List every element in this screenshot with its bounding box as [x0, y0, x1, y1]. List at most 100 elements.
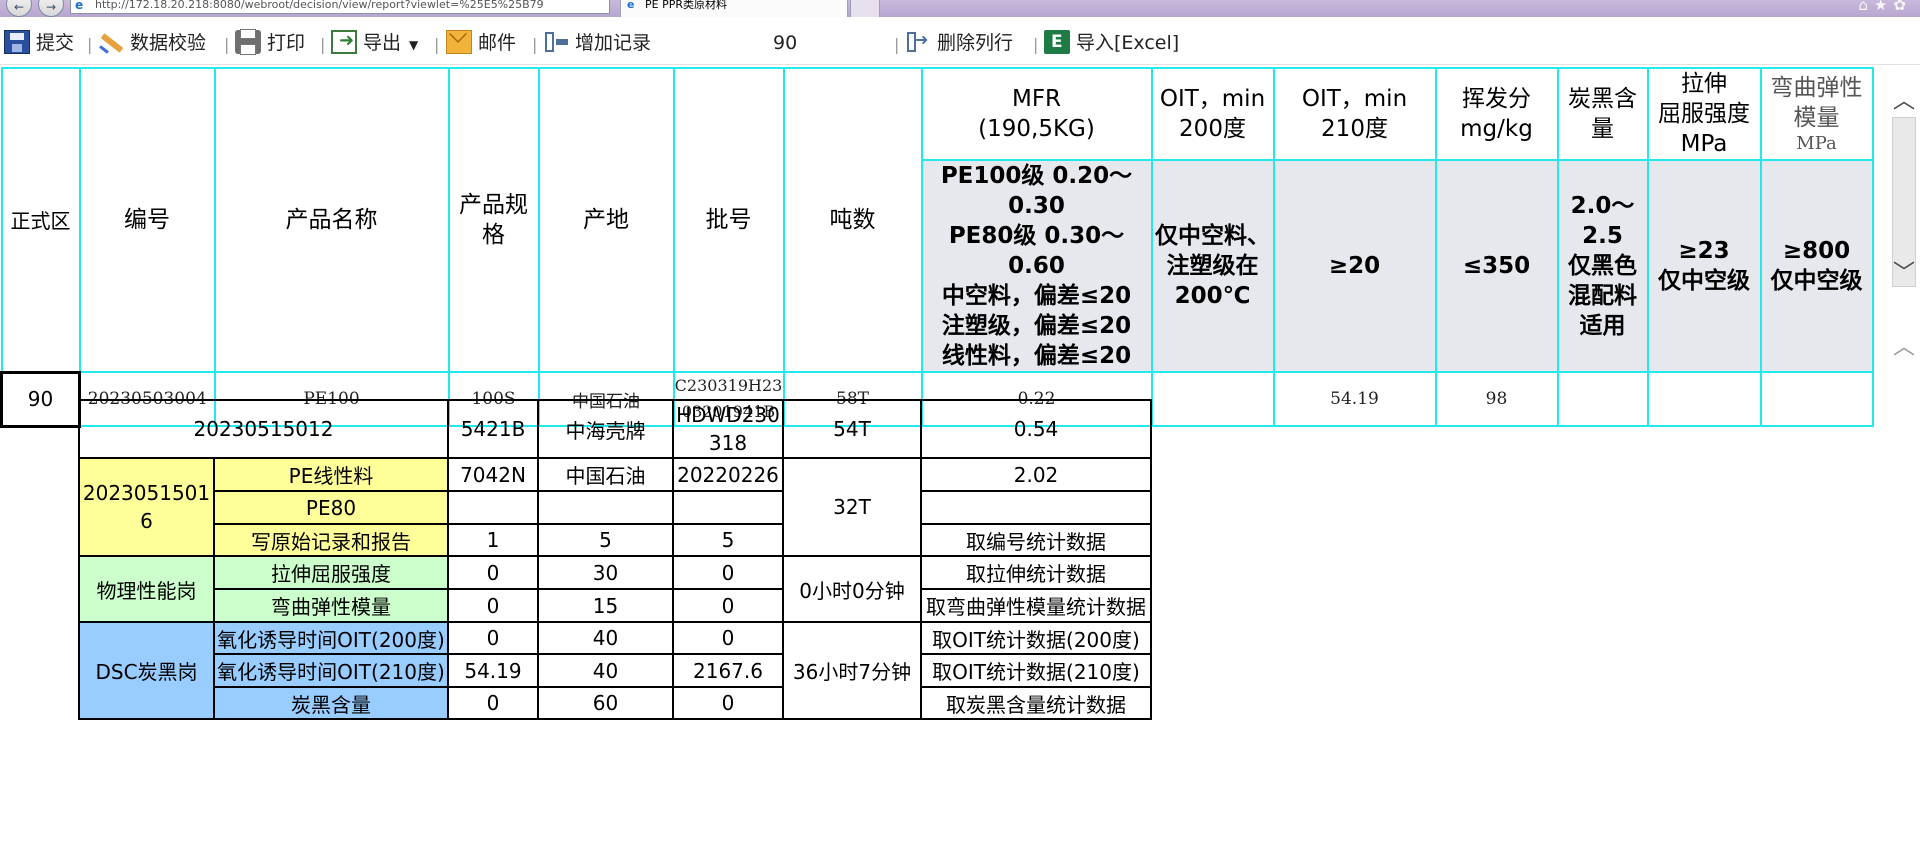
- sum-g4-group: DSC炭黑岗: [78, 621, 215, 720]
- sum-g2-number: 2023051501 6: [78, 457, 215, 557]
- export-icon: [331, 28, 357, 54]
- header-volatile: 挥发分 mg/kg: [1434, 67, 1559, 161]
- toolbar-divider: |: [1033, 35, 1039, 54]
- header-flex-unit: MPa: [1796, 133, 1837, 154]
- mail-button[interactable]: 邮件: [446, 30, 516, 56]
- zone-label: 正式区: [0, 67, 81, 373]
- cell-tensile[interactable]: [1646, 371, 1762, 427]
- sum-g4-batch-2: 0: [672, 686, 784, 720]
- print-label: 打印: [267, 32, 306, 54]
- cell-oit210[interactable]: 54.19: [1272, 371, 1437, 427]
- mail-label: 邮件: [478, 32, 517, 54]
- sum-g3-spec-1: 0: [447, 588, 539, 623]
- sum-g4-batch-1: 2167.6: [672, 653, 784, 688]
- pencil-icon: [98, 30, 124, 54]
- header-oit210: OIT，min 210度: [1272, 67, 1437, 161]
- table-row: 物理性能岗 拉伸屈服强度 0 30 0 0小时0分钟 取拉伸统计数据: [78, 555, 1152, 623]
- submit-button[interactable]: 提交: [4, 30, 74, 56]
- record-count-field[interactable]: 90: [773, 30, 797, 56]
- sum-g2-batch-2: 5: [672, 523, 784, 557]
- import-excel-button[interactable]: 导入[Excel]: [1044, 29, 1180, 56]
- header-tensile: 拉伸 屈服强度 MPa: [1646, 67, 1762, 161]
- chevron-up-icon[interactable]: ︿: [1892, 91, 1916, 113]
- sum-g4-label-2: 炭黑含量: [213, 686, 449, 720]
- add-record-icon: [543, 30, 569, 54]
- delete-row-label: 删除列行: [937, 32, 1014, 54]
- sum-r1-value: 0.54: [920, 399, 1152, 459]
- sum-g3-value-0: 取拉伸统计数据: [920, 555, 1152, 590]
- sum-g2-spec-0: 7042N: [447, 457, 539, 492]
- sum-g3-label-0: 拉伸屈服强度: [213, 555, 449, 590]
- sum-g2-value-2: 取编号统计数据: [920, 523, 1152, 557]
- toolbar-divider: |: [894, 35, 900, 54]
- sum-g4-label-1: 氧化诱导时间OIT(210度): [213, 653, 449, 688]
- vertical-scrollbar[interactable]: ︿ ﹀ ︿: [1888, 67, 1920, 866]
- row-index-cell[interactable]: 90: [0, 370, 81, 428]
- sum-r1-number: 20230515012: [78, 399, 449, 459]
- browser-chrome: ← → e http://172.18.20.218:8080/webroot/…: [0, 0, 1920, 17]
- sum-g4-spec-0: 0: [447, 621, 539, 655]
- table-row: 氧化诱导时间OIT(210度) 54.19 40 2167.6 取OIT统计数据…: [79, 653, 1152, 688]
- sum-g4-value-1: 取OIT统计数据(210度): [920, 653, 1152, 688]
- cell-oit200[interactable]: [1150, 371, 1275, 427]
- new-tab-button[interactable]: [850, 0, 880, 17]
- forward-icon[interactable]: →: [38, 0, 64, 17]
- cell-carbon[interactable]: [1556, 371, 1649, 427]
- cell-volatile[interactable]: 98: [1434, 371, 1559, 427]
- print-button[interactable]: 打印: [235, 29, 306, 56]
- save-icon: [4, 30, 30, 54]
- sum-g2-label-1: PE80: [213, 490, 449, 525]
- toolbar-divider: |: [532, 35, 538, 54]
- header-spec: 产品规格: [447, 67, 540, 373]
- sum-g2-spec-2: 1: [447, 523, 539, 557]
- sum-r1-origin: 中海壳牌: [537, 399, 674, 459]
- cell-flex[interactable]: [1759, 371, 1874, 427]
- export-button[interactable]: 导出 ▼: [331, 28, 418, 56]
- browser-tab[interactable]: e PE PPR类原材料: [620, 0, 848, 17]
- header-flex-line2: 模量: [1793, 105, 1840, 131]
- tab-title: PE PPR类原材料: [645, 0, 727, 11]
- sum-g2-tons: 32T: [782, 457, 922, 557]
- excel-icon: [1044, 29, 1070, 55]
- sum-r1-tons: 54T: [782, 399, 922, 459]
- validate-button[interactable]: 数据校验: [98, 30, 206, 56]
- delete-row-icon: [905, 27, 931, 54]
- sum-g2-value-1: [920, 490, 1152, 525]
- header-oit200: OIT，min 200度: [1150, 67, 1275, 161]
- toolbar-divider: |: [87, 35, 93, 54]
- sum-g3-time: 0小时0分钟: [782, 555, 922, 623]
- address-bar[interactable]: e http://172.18.20.218:8080/webroot/deci…: [70, 0, 610, 14]
- header-origin: 产地: [537, 67, 675, 373]
- req-flex: ≥800 仅中空级: [1759, 159, 1874, 373]
- ie-tab-icon: e: [627, 0, 635, 11]
- add-record-button[interactable]: 增加记录: [543, 30, 651, 56]
- sum-g4-spec-2: 0: [447, 686, 539, 720]
- chevron-up-icon[interactable]: ︿: [1892, 337, 1916, 359]
- header-flex-line1: 弯曲弹性: [1770, 75, 1863, 101]
- ie-icon: e: [75, 0, 84, 12]
- delete-row-button[interactable]: 删除列行: [905, 27, 1014, 56]
- mail-icon: [446, 30, 472, 54]
- export-label: 导出: [363, 32, 402, 54]
- sum-g3-label-1: 弯曲弹性模量: [213, 588, 449, 623]
- table-row: 2023051501 6 PE线性料 7042N 中国石油 20220226 3…: [78, 457, 1152, 557]
- sum-g4-value-0: 取OIT统计数据(200度): [920, 621, 1152, 655]
- window-icons[interactable]: ⌂★✿: [1858, 0, 1912, 14]
- submit-label: 提交: [36, 32, 75, 54]
- sum-g4-origin-1: 40: [537, 653, 674, 688]
- back-icon[interactable]: ←: [6, 0, 32, 17]
- req-volatile: ≤350: [1434, 159, 1559, 373]
- sum-g3-value-1: 取弯曲弹性模量统计数据: [920, 588, 1152, 623]
- sum-g4-origin-2: 60: [537, 686, 674, 720]
- req-tensile: ≥23 仅中空级: [1646, 159, 1762, 373]
- import-excel-label: 导入[Excel]: [1076, 32, 1180, 54]
- header-batch: 批号: [672, 67, 785, 373]
- sum-r1-spec: 5421B: [447, 399, 539, 459]
- header-tonnage: 吨数: [782, 67, 923, 373]
- sum-g3-origin-1: 15: [537, 588, 674, 623]
- add-record-label: 增加记录: [575, 32, 652, 54]
- sum-g2-batch-0: 20220226: [672, 457, 784, 492]
- chevron-down-icon[interactable]: ﹀: [1892, 263, 1916, 285]
- sum-g2-label-2: 写原始记录和报告: [213, 523, 449, 557]
- toolbar-divider: |: [224, 35, 230, 54]
